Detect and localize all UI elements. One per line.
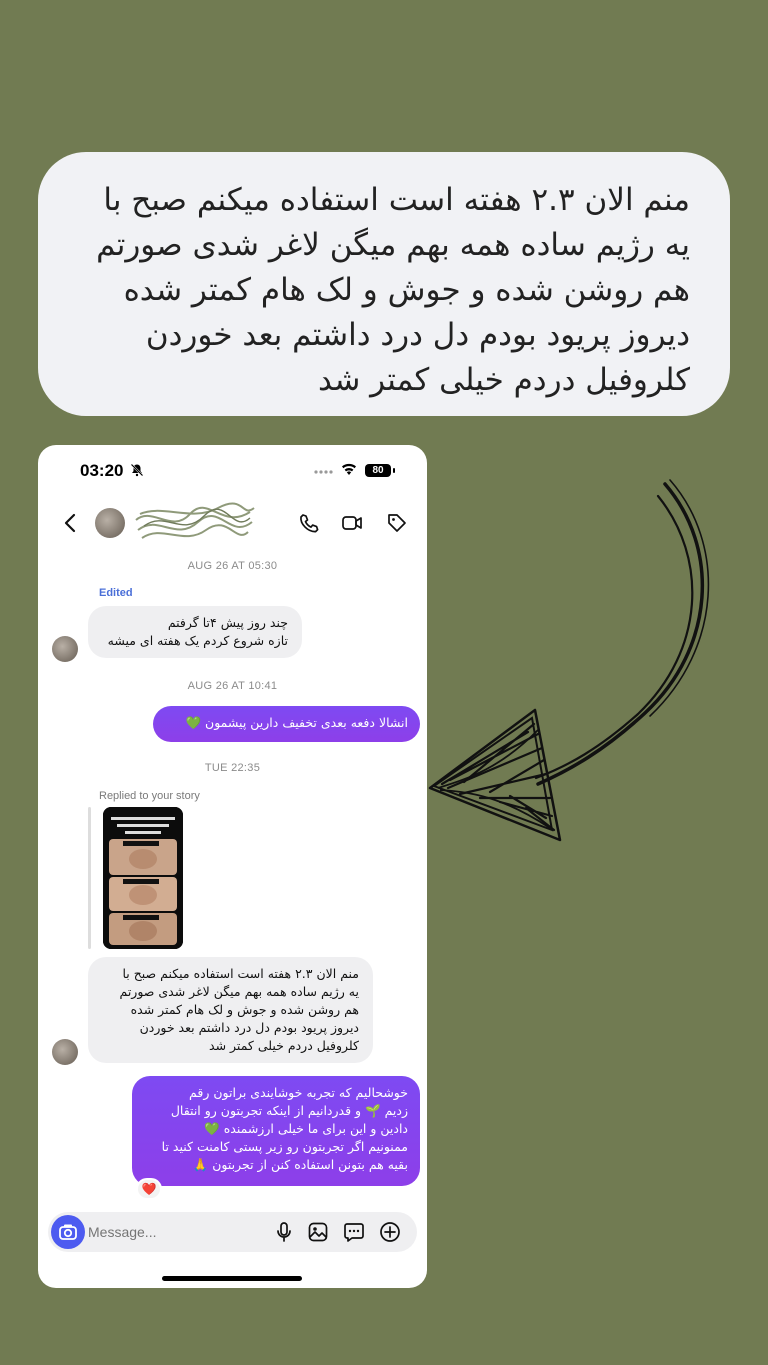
battery-indicator: 80 — [365, 464, 395, 477]
microphone-icon[interactable] — [273, 1221, 295, 1243]
gallery-icon[interactable] — [307, 1221, 329, 1243]
back-arrow-icon[interactable] — [62, 512, 78, 534]
quote-line: هم روشن شده و جوش و لک هام کمتر شده — [123, 272, 690, 308]
sticker-message-icon[interactable] — [343, 1221, 365, 1243]
bell-muted-icon — [130, 463, 144, 477]
sender-avatar[interactable] — [52, 1039, 78, 1065]
incoming-message[interactable]: منم الان ۲.۳ هفته است استفاده میکنم صبح … — [88, 957, 373, 1063]
reply-quote-bar — [88, 807, 91, 949]
signal-dots-icon — [314, 470, 333, 474]
message-line: تازه شروع کردم یک هفته ای میشه — [107, 633, 288, 648]
quote-line: دیروز پریود بودم دل درد داشتم بعد خوردن — [145, 317, 690, 353]
edited-label: Edited — [99, 587, 133, 599]
timestamp: TUE 22:35 — [204, 762, 261, 774]
quote-line: یه رژیم ساده همه بهم میگن لاغر شدی صورتم — [96, 227, 690, 263]
story-thumbnail[interactable] — [103, 807, 183, 949]
message-line: منم الان ۲.۳ هفته است استفاده میکنم صبح … — [122, 966, 359, 981]
home-indicator — [162, 1276, 302, 1281]
contact-avatar[interactable] — [95, 508, 125, 538]
message-line: دادین و این برای ما خیلی ارزشمنده 💚 — [204, 1121, 408, 1136]
message-line: خوشحالیم که تجربه خوشایندی براتون رقم — [189, 1085, 408, 1100]
tag-icon[interactable] — [386, 512, 408, 534]
status-time: 03:20 — [80, 461, 124, 480]
video-call-icon[interactable] — [341, 512, 363, 534]
timestamp: AUG 26 AT 05:30 — [187, 560, 278, 572]
status-bar: 03:20 80 — [38, 445, 427, 495]
timestamp: AUG 26 AT 10:41 — [187, 680, 278, 692]
sender-avatar[interactable] — [52, 636, 78, 662]
wifi-icon — [342, 463, 356, 475]
heart-reaction[interactable]: ❤️ — [136, 1178, 162, 1200]
message-line: زدیم 🌱 و قدردانیم از اینکه تجربتون رو ان… — [170, 1103, 408, 1118]
redacted-username-scribble — [135, 502, 255, 539]
incoming-message[interactable]: چند روز پیش ۴تا گرفتم تازه شروع کردم یک … — [88, 606, 302, 658]
message-line: ممنونیم اگر تجربتون رو زیر پستی کامنت کن… — [161, 1139, 408, 1154]
camera-icon — [59, 1224, 77, 1240]
message-line: انشالا دفعه بعدی تخفیف دارین پیشمون 💚 — [185, 715, 409, 730]
quote-line: کلروفیل دردم خیلی کمتر شد — [318, 362, 690, 398]
outgoing-message[interactable]: خوشحالیم که تجربه خوشایندی براتون رقم زد… — [132, 1076, 420, 1186]
chat-header — [38, 500, 427, 550]
message-line: یه رژیم ساده همه بهم میگن لاغر شدی صورتم — [119, 984, 360, 999]
phone-call-icon[interactable] — [298, 512, 320, 534]
phone-screenshot: 03:20 80 AUG 26 AT 05:30 Edited چند روز … — [38, 445, 427, 1288]
message-line: هم روشن شده و جوش و لک هام کمتر شده — [130, 1002, 359, 1017]
message-line: دیروز پریود بودم دل درد داشتم بعد خوردن — [139, 1020, 359, 1035]
message-line: کلروفیل دردم خیلی کمتر شد — [209, 1038, 359, 1053]
outgoing-message[interactable]: انشالا دفعه بعدی تخفیف دارین پیشمون 💚 — [153, 706, 420, 742]
quote-line: منم الان ۲.۳ هفته است استفاده میکنم صبح … — [103, 182, 690, 218]
message-line: چند روز پیش ۴تا گرفتم — [167, 615, 288, 630]
message-composer — [48, 1212, 417, 1252]
hand-drawn-arrow — [428, 479, 710, 842]
story-preview-image — [103, 807, 183, 949]
message-line: بقیه هم بتونن استفاده کنن از تجربتون 🙏 — [192, 1157, 408, 1172]
replied-to-story-label: Replied to your story — [99, 790, 200, 802]
camera-button[interactable] — [51, 1215, 85, 1249]
add-plus-icon[interactable] — [379, 1221, 401, 1243]
testimonial-quote-card: منم الان ۲.۳ هفته است استفاده میکنم صبح … — [38, 152, 730, 416]
message-input[interactable] — [88, 1212, 258, 1252]
